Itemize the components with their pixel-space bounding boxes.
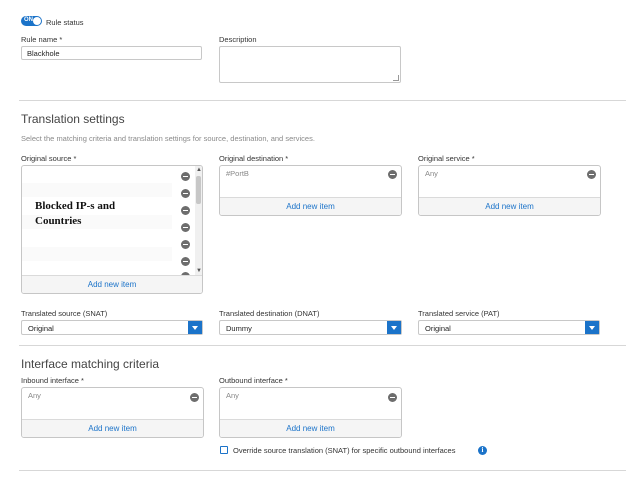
translated-service-label: Translated service (PAT) [418, 309, 500, 318]
add-source-item-button[interactable]: Add new item [22, 275, 202, 293]
add-destination-item-button[interactable]: Add new item [220, 197, 401, 215]
toggle-state-text: ON [24, 17, 33, 23]
remove-item-icon[interactable] [181, 172, 190, 181]
remove-item-icon[interactable] [587, 170, 596, 179]
divider [19, 470, 626, 471]
rule-name-input[interactable] [21, 46, 202, 60]
list-scrollbar[interactable]: ▲ ▼ [195, 166, 202, 276]
translated-source-label: Translated source (SNAT) [21, 309, 108, 318]
remove-item-icon[interactable] [181, 189, 190, 198]
chevron-down-icon[interactable] [585, 321, 599, 334]
info-icon[interactable]: i [478, 446, 487, 455]
override-snat-label: Override source translation (SNAT) for s… [233, 446, 456, 455]
divider [19, 100, 626, 101]
description-label: Description [219, 35, 257, 44]
inbound-interface-list: Any Add new item [21, 387, 204, 438]
remove-item-icon[interactable] [190, 393, 199, 402]
translated-destination-label: Translated destination (DNAT) [219, 309, 320, 318]
scroll-up-icon[interactable]: ▲ [196, 167, 202, 173]
chevron-down-icon[interactable] [387, 321, 401, 334]
chevron-down-icon[interactable] [188, 321, 202, 334]
remove-item-icon[interactable] [388, 170, 397, 179]
remove-item-icon[interactable] [388, 393, 397, 402]
translation-settings-title: Translation settings [21, 112, 125, 126]
description-textarea[interactable] [219, 46, 401, 83]
add-inbound-item-button[interactable]: Add new item [22, 419, 203, 437]
remove-item-icon[interactable] [181, 257, 190, 266]
rule-name-label: Rule name * [21, 35, 63, 44]
selected-value: Dummy [226, 324, 252, 333]
overlay-line-2: Countries [35, 215, 82, 227]
inbound-value: Any [28, 391, 41, 400]
source-overlay-text: Blocked IP-s and Countries [35, 199, 115, 229]
outbound-interface-list: Any Add new item [219, 387, 402, 438]
list-item [22, 247, 172, 261]
remove-item-icon[interactable] [181, 206, 190, 215]
original-source-label: Original source * [21, 154, 77, 163]
resize-grip-icon[interactable] [393, 75, 399, 81]
outbound-interface-label: Outbound interface * [219, 376, 288, 385]
rule-status-label: Rule status [46, 18, 84, 27]
rule-status-toggle[interactable]: ON [21, 16, 42, 26]
list-item: Any [220, 388, 401, 404]
original-service-label: Original service * [418, 154, 475, 163]
remove-item-icon[interactable] [181, 240, 190, 249]
interface-matching-title: Interface matching criteria [21, 357, 160, 371]
remove-item-icon[interactable] [181, 223, 190, 232]
overlay-line-1: Blocked IP-s and [35, 200, 116, 212]
translated-service-select[interactable]: Original [418, 320, 600, 335]
list-item [22, 183, 172, 197]
scrollbar-thumb[interactable] [196, 176, 201, 204]
selected-value: Original [28, 324, 54, 333]
destination-value: #PortB [226, 169, 249, 178]
original-service-list: Any Add new item [418, 165, 601, 216]
original-source-list: Blocked IP-s and Countries ▲ ▼ Add new i… [21, 165, 203, 294]
override-snat-checkbox[interactable] [220, 446, 228, 454]
original-destination-label: Original destination * [219, 154, 289, 163]
toggle-knob [33, 17, 41, 25]
add-outbound-item-button[interactable]: Add new item [220, 419, 401, 437]
outbound-value: Any [226, 391, 239, 400]
translation-settings-hint: Select the matching criteria and transla… [21, 134, 315, 143]
list-item: Any [419, 166, 600, 182]
list-item: Any [22, 388, 203, 404]
list-item: #PortB [220, 166, 401, 182]
translated-destination-select[interactable]: Dummy [219, 320, 402, 335]
scroll-down-icon[interactable]: ▼ [196, 268, 202, 274]
selected-value: Original [425, 324, 451, 333]
inbound-interface-label: Inbound interface * [21, 376, 84, 385]
description-wrapper [219, 46, 401, 83]
add-service-item-button[interactable]: Add new item [419, 197, 600, 215]
translated-source-select[interactable]: Original [21, 320, 203, 335]
service-value: Any [425, 169, 438, 178]
divider [19, 345, 626, 346]
original-destination-list: #PortB Add new item [219, 165, 402, 216]
